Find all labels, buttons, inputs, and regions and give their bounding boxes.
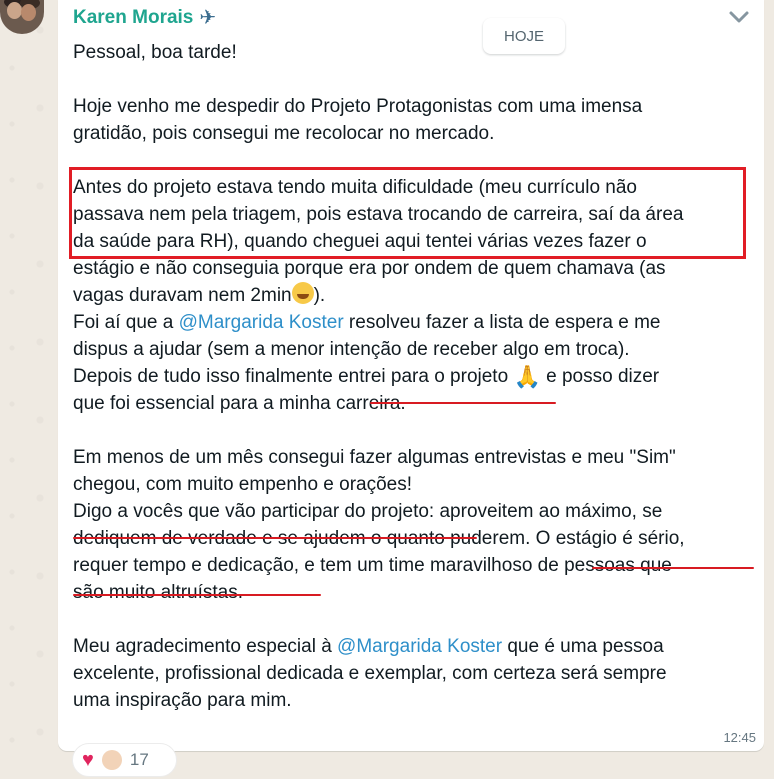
chevron-down-icon[interactable] <box>726 6 752 28</box>
message-line: dispus a ajudar (sem a menor intenção de… <box>73 339 630 360</box>
message-line: da saúde para RH), quando cheguei aqui t… <box>73 231 647 252</box>
message-line: dediquem de verdade e se ajudem o quanto… <box>73 528 685 549</box>
message-line: requer tempo e dedicação, e tem um time … <box>73 555 672 576</box>
message-text: Pessoal, boa tarde! Hoje venho me desped… <box>73 39 753 714</box>
sender-name[interactable]: Karen Morais <box>73 7 193 29</box>
message-line: Em menos de um mês consegui fazer alguma… <box>73 447 676 468</box>
date-separator: HOJE <box>483 18 565 54</box>
praying-hands-icon: 🙏 <box>513 364 541 389</box>
message-line: estágio e não conseguia porque era por o… <box>73 258 666 279</box>
reaction-count: 17 <box>129 750 149 769</box>
message-line: Antes do projeto estava tendo muita difi… <box>73 177 637 198</box>
message-timestamp: 12:45 <box>723 730 756 745</box>
message-line: Pessoal, boa tarde! <box>73 42 237 63</box>
reactions-pill[interactable]: ♥ 17 <box>72 743 177 777</box>
clapping-hands-reaction-icon <box>101 750 122 770</box>
message-line: Depois de tudo isso finalmente entrei pa… <box>73 364 660 389</box>
message-line: Foi aí que a @Margarida Koster resolveu … <box>73 312 661 333</box>
mention-link[interactable]: @Margarida Koster <box>337 636 502 657</box>
message-line: chegou, com muito empenho e orações! <box>73 474 413 495</box>
message-line: Digo a vocês que vão participar do proje… <box>73 501 663 522</box>
rofl-emoji-icon <box>291 282 314 304</box>
message-line: excelente, profissional dedicada e exemp… <box>73 663 667 684</box>
message-line: que foi essencial para a minha carreira. <box>73 393 406 414</box>
mention-link[interactable]: @Margarida Koster <box>179 312 344 333</box>
message-line: gratidão, pois consegui me recolocar no … <box>73 123 495 144</box>
airplane-icon: ✈ <box>199 7 217 29</box>
message-line: Hoje venho me despedir do Projeto Protag… <box>73 96 643 117</box>
message-bubble[interactable]: Karen Morais ✈ Pessoal, boa tarde! Hoje … <box>58 0 764 751</box>
message-line: vagas duravam nem 2min). <box>73 282 753 309</box>
heart-reaction-icon: ♥ <box>82 749 94 771</box>
message-line: Meu agradecimento especial à @Margarida … <box>73 636 664 657</box>
message-line: uma inspiração para mim. <box>73 690 292 711</box>
message-line: passava nem pela triagem, pois estava tr… <box>73 204 684 225</box>
message-line: são muito altruístas. <box>73 582 244 603</box>
sender-header[interactable]: Karen Morais ✈ <box>73 7 216 29</box>
